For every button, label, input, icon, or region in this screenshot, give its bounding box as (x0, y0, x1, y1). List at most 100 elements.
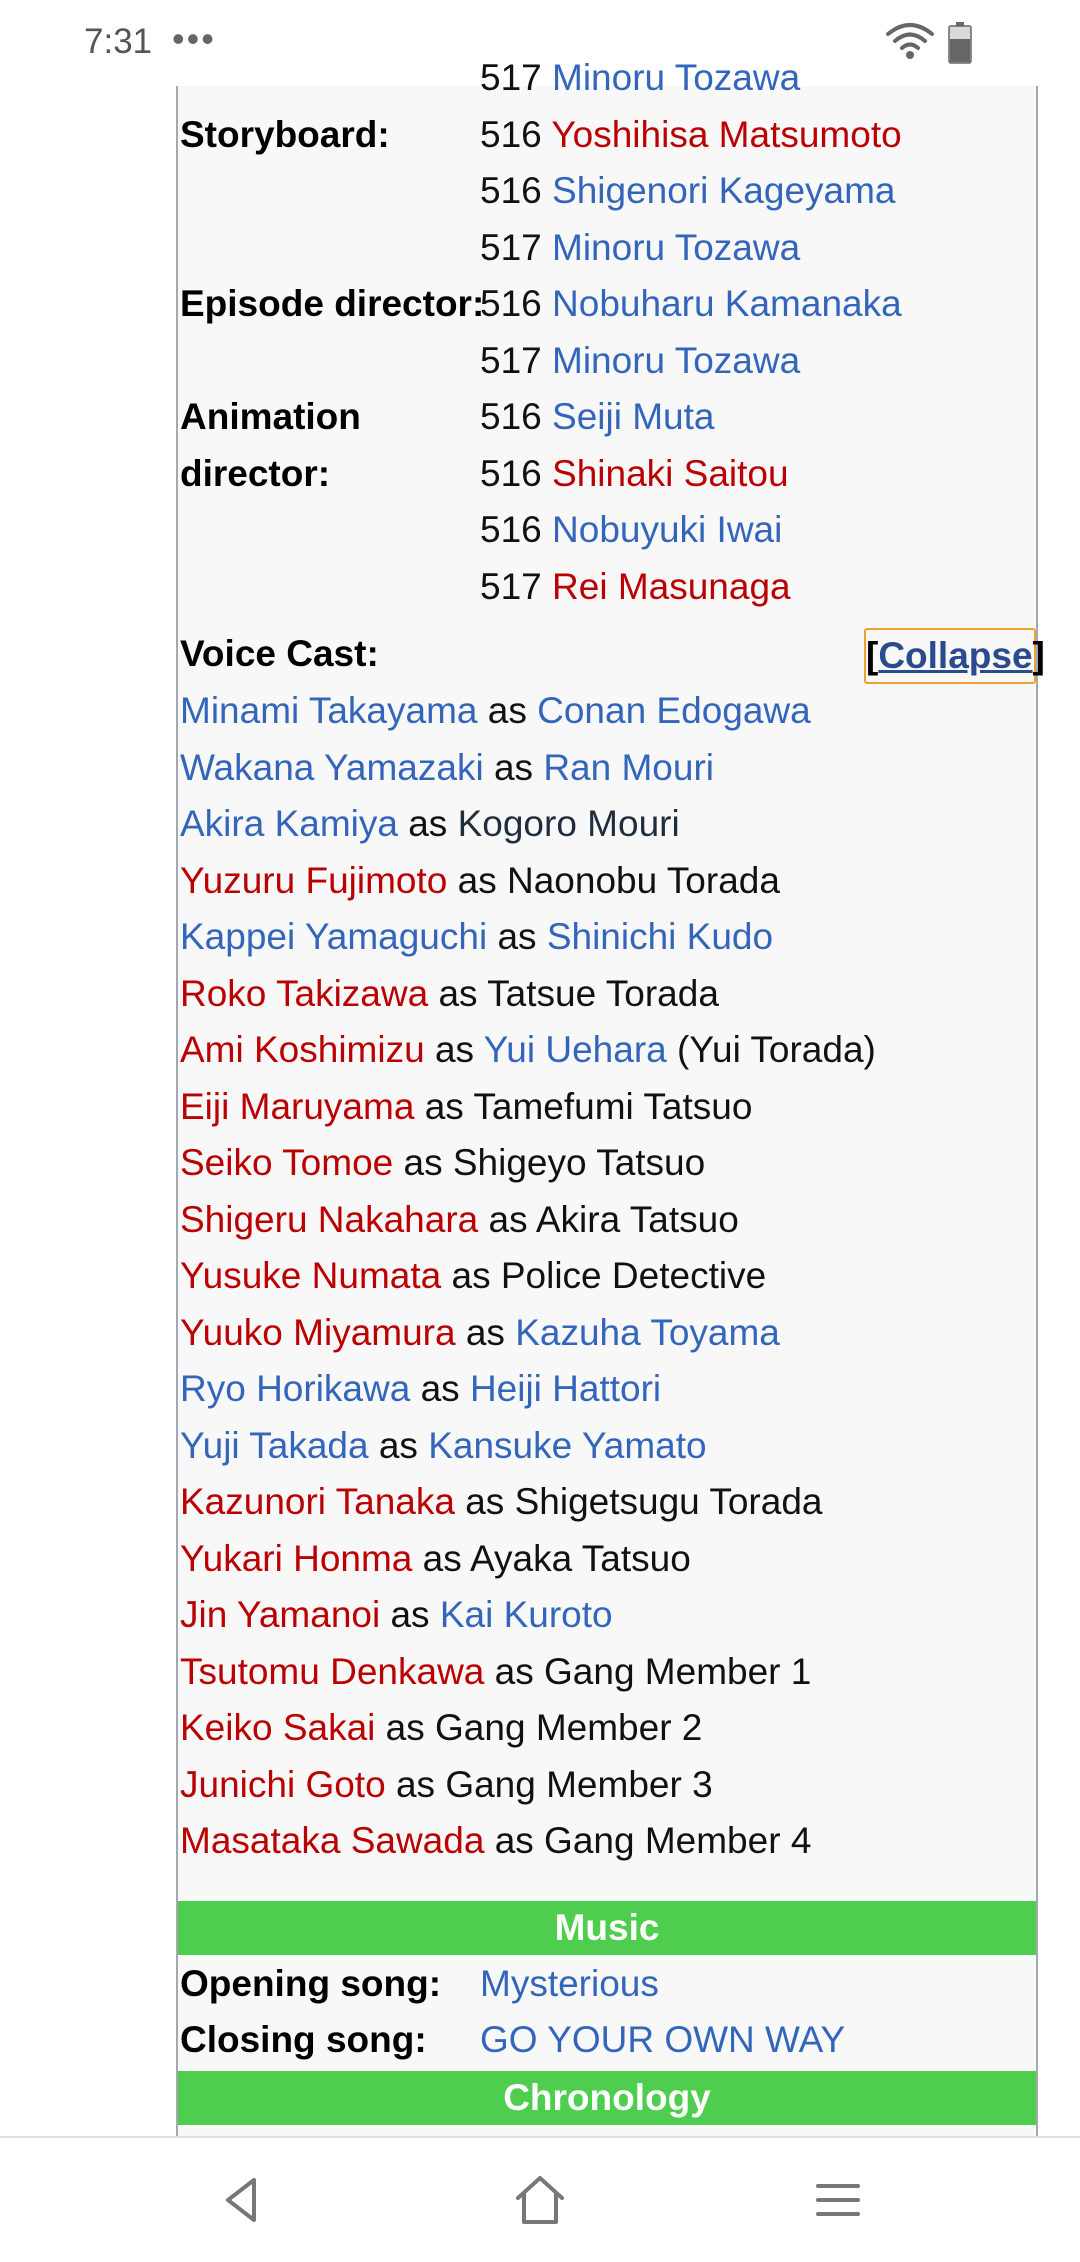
episode-number: 517 (480, 339, 542, 381)
crew-role-label: director: (180, 452, 331, 494)
crew-person-link[interactable]: Yoshihisa Matsumoto (551, 114, 901, 155)
voice-actor-link[interactable]: Yuuko Miyamura (180, 1312, 456, 1353)
episode-number: 517 (480, 226, 542, 268)
voice-actor-link[interactable]: Eiji Maruyama (180, 1086, 414, 1127)
as-separator: as (403, 1142, 443, 1183)
system-nav-bar (0, 2136, 1080, 2262)
episode-number: 517 (480, 565, 542, 607)
as-separator: as (494, 1650, 534, 1692)
more-notifications-icon: ••• (172, 18, 216, 59)
voice-actor-link[interactable]: Yuzuru Fujimoto (180, 860, 447, 901)
voice-actor-link[interactable]: Tsutomu Denkawa (180, 1651, 484, 1692)
as-separator: as (378, 1424, 418, 1466)
character-link[interactable]: Ran Mouri (543, 747, 714, 788)
opening-song-link[interactable]: Mysterious (480, 1956, 659, 2012)
crew-person-link[interactable]: Shigenori Kageyama (552, 170, 896, 211)
character-name: Ayaka Tatsuo (470, 1537, 691, 1579)
voice-actor-link[interactable]: Ami Koshimizu (180, 1029, 425, 1070)
episode-number: 516 (480, 170, 542, 211)
menu-icon[interactable] (806, 2168, 870, 2232)
character-link[interactable]: Yui Uehara (484, 1029, 667, 1070)
cast-row: Ryo Horikawa as Heiji Hattori (180, 1361, 661, 1417)
as-separator: as (493, 746, 534, 788)
crew-value: 516 Yoshihisa Matsumoto (480, 107, 902, 163)
collapse-button[interactable]: [Collapse] (864, 628, 1045, 684)
character-link[interactable]: Shinichi Kudo (547, 916, 773, 957)
cast-row: Masataka Sawada as Gang Member 4 (180, 1813, 811, 1869)
home-icon[interactable] (508, 2168, 572, 2232)
cast-row: Yuzuru Fujimoto as Naonobu Torada (180, 853, 780, 909)
collapse-link[interactable]: Collapse (878, 635, 1032, 676)
cast-row: Junichi Goto as Gang Member 3 (180, 1757, 713, 1813)
as-separator: as (422, 1537, 462, 1579)
voice-actor-link[interactable]: Yukari Honma (180, 1538, 412, 1579)
crew-person-link[interactable]: Minoru Tozawa (552, 227, 800, 268)
music-header: Music (178, 1901, 1036, 1955)
cast-row: Wakana Yamazaki as Ran Mouri (180, 740, 714, 796)
crew-person-link[interactable]: Nobuyuki Iwai (552, 509, 782, 550)
episode-number: 516 (480, 396, 542, 437)
crew-role-label: Episode director: (180, 283, 485, 324)
voice-actor-link[interactable]: Akira Kamiya (180, 803, 398, 844)
voice-actor-link[interactable]: Seiko Tomoe (180, 1142, 393, 1183)
character-name: Police Detective (500, 1255, 767, 1296)
voice-actor-link[interactable]: Minami Takayama (180, 690, 477, 731)
voice-actor-link[interactable]: Keiko Sakai (180, 1707, 375, 1748)
chronology-header: Chronology (178, 2071, 1036, 2125)
crew-value: 517 Minoru Tozawa (480, 220, 800, 276)
crew-person-link[interactable]: Nobuharu Kamanaka (552, 283, 902, 324)
closing-song-label: Closing song: (180, 2019, 427, 2060)
voice-actor-link[interactable]: Wakana Yamazaki (180, 747, 484, 788)
episode-infobox: 517 Minoru Tozawa Storyboard: 516 Yoshihis… (176, 57, 1045, 2136)
cast-row: Yuji Takada as Kansuke Yamato (180, 1418, 707, 1474)
voice-actor-link[interactable]: Roko Takizawa (180, 973, 428, 1014)
voice-actor-link[interactable]: Kappei Yamaguchi (180, 916, 487, 957)
crew-person-link[interactable]: Rei Masunaga (552, 566, 791, 607)
cast-row: Keiko Sakai as Gang Member 2 (180, 1700, 702, 1756)
cast-row: Yuuko Miyamura as Kazuha Toyama (180, 1305, 780, 1361)
voice-actor-link[interactable]: Junichi Goto (180, 1764, 386, 1805)
character-link[interactable]: Heiji Hattori (470, 1368, 661, 1409)
crew-person-link[interactable]: Minoru Tozawa (552, 57, 800, 98)
crew-value: 517 Minoru Tozawa (480, 333, 800, 389)
as-separator: as (487, 690, 527, 731)
episode-number: 516 (480, 452, 542, 494)
character-name: Shigeyo Tatsuo (452, 1142, 706, 1183)
cast-row: Yusuke Numata as Police Detective (180, 1248, 766, 1304)
voice-actor-link[interactable]: Ryo Horikawa (180, 1368, 410, 1409)
crew-value: 517 Rei Masunaga (480, 559, 791, 615)
as-separator: as (451, 1255, 491, 1296)
cast-row: Roko Takizawa as Tatsue Torada (180, 966, 719, 1022)
character-link[interactable]: Kai Kuroto (440, 1594, 613, 1635)
character-link[interactable]: Kazuha Toyama (515, 1312, 780, 1353)
character-link[interactable]: Kansuke Yamato (428, 1425, 706, 1466)
as-separator: as (488, 1198, 528, 1240)
as-separator: as (465, 1311, 505, 1353)
voice-actor-link[interactable]: Shigeru Nakahara (180, 1199, 478, 1240)
character-link[interactable]: Conan Edogawa (537, 690, 811, 731)
as-separator: as (434, 1029, 475, 1070)
character-name: Gang Member 2 (435, 1707, 703, 1748)
crew-person-link[interactable]: Shinaki Saitou (552, 453, 789, 494)
voice-actor-link[interactable]: Kazunori Tanaka (180, 1481, 455, 1522)
crew-value: 517 Minoru Tozawa (480, 50, 800, 106)
voice-actor-link[interactable]: Jin Yamanoi (180, 1594, 380, 1635)
cast-row: Jin Yamanoi as Kai Kuroto (180, 1587, 613, 1643)
voice-actor-link[interactable]: Masataka Sawada (180, 1820, 484, 1861)
voice-cast-label: Voice Cast: (180, 633, 379, 674)
character-link[interactable]: Kogoro Mouri (458, 803, 680, 844)
character-name: Akira Tatsuo (535, 1198, 739, 1240)
episode-number: 516 (480, 113, 542, 155)
crew-person-link[interactable]: Seiji Muta (552, 396, 714, 437)
cast-row: Kappei Yamaguchi as Shinichi Kudo (180, 909, 773, 965)
voice-actor-link[interactable]: Yuji Takada (180, 1425, 369, 1466)
closing-song-link[interactable]: GO YOUR OWN WAY (480, 2012, 845, 2068)
crew-person-link[interactable]: Minoru Tozawa (552, 340, 800, 381)
battery-icon (948, 22, 972, 64)
episode-number: 516 (480, 283, 542, 324)
cast-row: Akira Kamiya as Kogoro Mouri (180, 796, 680, 852)
back-icon[interactable] (210, 2168, 274, 2232)
as-separator: as (395, 1763, 436, 1805)
as-separator: as (438, 972, 478, 1014)
voice-actor-link[interactable]: Yusuke Numata (180, 1255, 441, 1296)
